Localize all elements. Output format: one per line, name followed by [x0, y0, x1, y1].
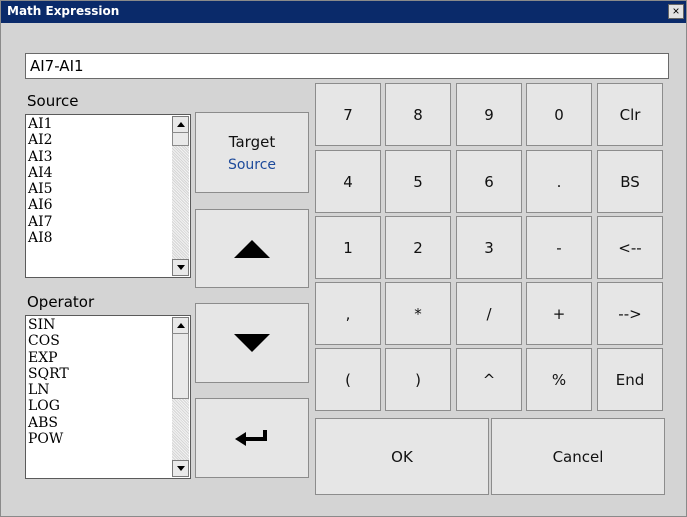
key-button[interactable]: ^: [456, 348, 522, 411]
key-button[interactable]: 8: [385, 83, 451, 146]
source-item[interactable]: AI6: [28, 197, 170, 213]
key-button[interactable]: .: [526, 150, 592, 213]
scroll-thumb[interactable]: [172, 333, 189, 399]
source-item[interactable]: AI2: [28, 132, 170, 148]
close-button[interactable]: ×: [668, 4, 684, 19]
source-item[interactable]: AI8: [28, 230, 170, 246]
source-scrollbar[interactable]: [172, 116, 189, 276]
scroll-up-button[interactable]: [172, 116, 189, 133]
operator-item[interactable]: ABS: [28, 415, 170, 431]
enter-icon: [235, 428, 269, 448]
operator-scrollbar[interactable]: [172, 317, 189, 477]
key-button[interactable]: -: [526, 216, 592, 279]
key-button[interactable]: (: [315, 348, 381, 411]
key-button[interactable]: /: [456, 282, 522, 345]
scroll-down-button[interactable]: [172, 259, 189, 276]
key-button[interactable]: <--: [597, 216, 663, 279]
move-down-button[interactable]: [195, 303, 309, 383]
key-button[interactable]: 0: [526, 83, 592, 146]
source-label: Source: [27, 92, 79, 110]
key-button[interactable]: %: [526, 348, 592, 411]
operator-listbox[interactable]: SIN COS EXP SQRT LN LOG ABS POW: [25, 315, 191, 479]
key-button[interactable]: 9: [456, 83, 522, 146]
scroll-down-button[interactable]: [172, 460, 189, 477]
ok-button[interactable]: OK: [315, 418, 489, 495]
move-up-button[interactable]: [195, 209, 309, 288]
key-button[interactable]: 5: [385, 150, 451, 213]
triangle-down-icon: [234, 334, 270, 352]
source-item[interactable]: AI4: [28, 165, 170, 181]
key-button[interactable]: Clr: [597, 83, 663, 146]
scroll-thumb[interactable]: [172, 132, 189, 146]
enter-button[interactable]: [195, 398, 309, 478]
key-button[interactable]: +: [526, 282, 592, 345]
scroll-up-icon: [177, 122, 185, 127]
target-option: Target: [228, 132, 276, 151]
close-icon: ×: [672, 4, 680, 18]
source-item[interactable]: AI5: [28, 181, 170, 197]
key-button[interactable]: *: [385, 282, 451, 345]
key-button[interactable]: End: [597, 348, 663, 411]
key-button[interactable]: -->: [597, 282, 663, 345]
source-item[interactable]: AI1: [28, 116, 170, 132]
source-option: Source: [227, 156, 277, 173]
key-button[interactable]: BS: [597, 150, 663, 213]
operator-item[interactable]: COS: [28, 333, 170, 349]
title-bar: Math Expression ×: [1, 1, 686, 23]
scroll-up-icon: [177, 323, 185, 328]
source-listbox[interactable]: AI1 AI2 AI3 AI4 AI5 AI6 AI7 AI8: [25, 114, 191, 278]
operator-item[interactable]: SIN: [28, 317, 170, 333]
scroll-down-icon: [177, 265, 185, 270]
triangle-up-icon: [234, 239, 270, 258]
key-button[interactable]: 1: [315, 216, 381, 279]
target-source-toggle-button[interactable]: Target Source: [195, 112, 309, 193]
operator-item[interactable]: SQRT: [28, 366, 170, 382]
key-button[interactable]: 7: [315, 83, 381, 146]
math-expression-dialog: Math Expression × Source AI1 AI2 AI3 AI4…: [0, 0, 687, 517]
key-button[interactable]: 4: [315, 150, 381, 213]
key-button[interactable]: 6: [456, 150, 522, 213]
scroll-down-icon: [177, 466, 185, 471]
operator-item[interactable]: POW: [28, 431, 170, 447]
key-button[interactable]: 3: [456, 216, 522, 279]
key-button[interactable]: 2: [385, 216, 451, 279]
key-button[interactable]: ): [385, 348, 451, 411]
window-title: Math Expression: [7, 4, 120, 18]
operator-label: Operator: [27, 293, 95, 311]
operator-item[interactable]: LOG: [28, 398, 170, 414]
scroll-up-button[interactable]: [172, 317, 189, 334]
cancel-button[interactable]: Cancel: [491, 418, 665, 495]
key-button[interactable]: ,: [315, 282, 381, 345]
source-item[interactable]: AI7: [28, 214, 170, 230]
source-item[interactable]: AI3: [28, 149, 170, 165]
expression-input[interactable]: [25, 53, 669, 79]
operator-item[interactable]: LN: [28, 382, 170, 398]
operator-item[interactable]: EXP: [28, 350, 170, 366]
